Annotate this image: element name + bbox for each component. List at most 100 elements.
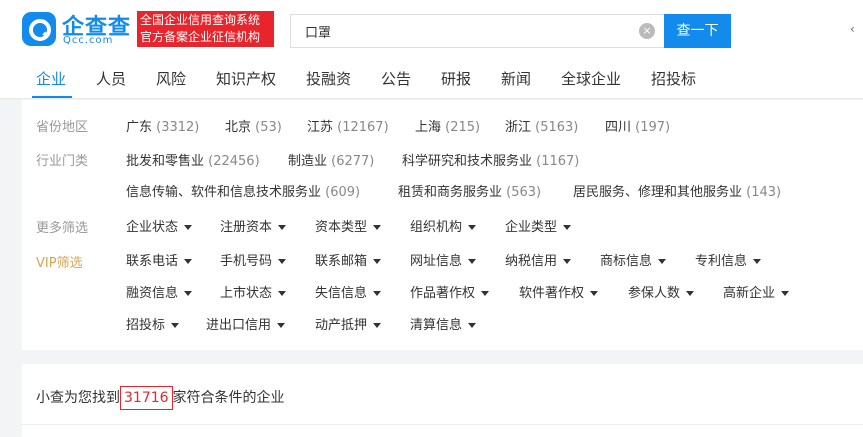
industry-manufacturing[interactable]: 制造业 (6277) [288, 150, 374, 169]
result-text: 小查为您找到 31716 家符合条件的企业 [36, 386, 285, 410]
industry-leasing-business[interactable]: 租赁和商务服务业 (563) [398, 181, 541, 200]
industry-count: (1167) [536, 154, 580, 169]
vip-filter-patent[interactable]: 专利信息 [695, 250, 762, 269]
filter-company-type[interactable]: 企业类型 [505, 216, 572, 235]
caret-down-icon [468, 323, 477, 328]
industry-name: 租赁和商务服务业 [398, 185, 503, 200]
caret-down-icon [468, 259, 477, 264]
result-prefix: 小查为您找到 [36, 390, 120, 406]
vip-filter-email[interactable]: 联系邮箱 [315, 250, 382, 269]
tab-announcement[interactable]: 公告 [381, 68, 411, 89]
filter-text: 参保人数 [628, 286, 681, 301]
tab-news[interactable]: 新闻 [501, 68, 531, 89]
region-jiangsu[interactable]: 江苏 (12167) [307, 116, 389, 135]
caret-down-icon [481, 291, 490, 296]
edge-glyph: ‹ [850, 22, 855, 36]
region-shanghai[interactable]: 上海 (215) [415, 116, 480, 135]
caret-down-icon [468, 225, 477, 230]
filter-text: 进出口信用 [206, 318, 272, 333]
filter-text: 企业状态 [126, 220, 179, 235]
slogan-line-1: 全国企业信用查询系统 [140, 13, 261, 27]
filter-capital-type[interactable]: 资本类型 [315, 216, 382, 235]
region-count: (5163) [535, 120, 579, 135]
qcc-logo[interactable]: 企查查 Qcc.com [22, 10, 132, 50]
region-guangdong[interactable]: 广东 (3312) [126, 116, 199, 135]
industry-count: (563) [506, 185, 542, 200]
filter-text: 注册资本 [220, 220, 273, 235]
industry-count: (609) [325, 185, 361, 200]
filter-text: 手机号码 [220, 254, 273, 269]
filter-text: 软件著作权 [519, 286, 585, 301]
vip-filter-tax-credit[interactable]: 纳税信用 [505, 250, 572, 269]
caret-down-icon [563, 259, 572, 264]
region-name: 浙江 [505, 120, 532, 135]
slogan-badge: 全国企业信用查询系统 官方备案企业征信机构 [137, 11, 274, 47]
search-button[interactable]: 查一下 [664, 14, 731, 48]
filter-text: 网址信息 [410, 254, 463, 269]
vip-filter-dishonest[interactable]: 失信信息 [315, 282, 382, 301]
vip-filter-financing[interactable]: 融资信息 [126, 282, 193, 301]
tab-ip[interactable]: 知识产权 [216, 68, 276, 89]
region-name: 江苏 [307, 120, 334, 135]
vip-filter-high-tech[interactable]: 高新企业 [723, 282, 790, 301]
tab-risk[interactable]: 风险 [156, 68, 186, 89]
search-input[interactable] [291, 15, 631, 47]
tab-people[interactable]: 人员 [96, 68, 126, 89]
vip-filter-liquidation[interactable]: 清算信息 [410, 314, 477, 333]
caret-down-icon [184, 225, 193, 230]
filter-text: 组织机构 [410, 220, 463, 235]
industry-it-software[interactable]: 信息传输、软件和信息技术服务业 (609) [126, 181, 360, 200]
caret-down-icon [184, 259, 193, 264]
caret-down-icon [590, 291, 599, 296]
caret-down-icon [278, 259, 287, 264]
region-name: 四川 [605, 120, 632, 135]
tab-bidding[interactable]: 招投标 [651, 68, 696, 89]
vip-filter-insured[interactable]: 参保人数 [628, 282, 695, 301]
caret-down-icon [184, 291, 193, 296]
region-name: 上海 [415, 120, 442, 135]
vip-filter-software-copyright[interactable]: 软件著作权 [519, 282, 599, 301]
industry-name: 居民服务、修理和其他服务业 [573, 185, 743, 200]
filter-registered-capital[interactable]: 注册资本 [220, 216, 287, 235]
clear-icon[interactable]: × [639, 23, 655, 39]
qcc-logo-icon [22, 12, 56, 46]
vip-filter-trademark[interactable]: 商标信息 [600, 250, 667, 269]
vip-filter-bidding[interactable]: 招投标 [126, 314, 180, 333]
vip-filter-mobile[interactable]: 手机号码 [220, 250, 287, 269]
vip-filter-listing[interactable]: 上市状态 [220, 282, 287, 301]
region-zhejiang[interactable]: 浙江 (5163) [505, 116, 578, 135]
filter-company-status[interactable]: 企业状态 [126, 216, 193, 235]
vip-filter-chattel-mortgage[interactable]: 动产抵押 [315, 314, 382, 333]
region-name: 广东 [126, 120, 153, 135]
region-sichuan[interactable]: 四川 (197) [605, 116, 670, 135]
search-box: × [290, 14, 665, 48]
industry-resident-services[interactable]: 居民服务、修理和其他服务业 (143) [573, 181, 781, 200]
filter-text: 失信信息 [315, 286, 368, 301]
industry-science-tech[interactable]: 科学研究和技术服务业 (1167) [402, 150, 579, 169]
region-beijing[interactable]: 北京 (53) [225, 116, 282, 135]
industry-count: (6277) [331, 154, 375, 169]
vip-filter-copyright[interactable]: 作品著作权 [410, 282, 490, 301]
caret-down-icon [686, 291, 695, 296]
filter-organization[interactable]: 组织机构 [410, 216, 477, 235]
filter-panel: 省份地区 广东 (3312) 北京 (53) 江苏 (12167) 上海 (21… [22, 100, 863, 350]
caret-down-icon [753, 259, 762, 264]
vip-filter-phone[interactable]: 联系电话 [126, 250, 193, 269]
tab-report[interactable]: 研报 [441, 68, 471, 89]
vip-filter-import-export[interactable]: 进出口信用 [206, 314, 286, 333]
filter-text: 专利信息 [695, 254, 748, 269]
filter-text: 上市状态 [220, 286, 273, 301]
industry-count: (22456) [208, 154, 260, 169]
logo-english-text: Qcc.com [63, 35, 114, 46]
caret-down-icon [373, 259, 382, 264]
vip-filter-website[interactable]: 网址信息 [410, 250, 477, 269]
industry-wholesale-retail[interactable]: 批发和零售业 (22456) [126, 150, 260, 169]
region-count: (53) [255, 120, 282, 135]
filter-text: 资本类型 [315, 220, 368, 235]
industry-name: 批发和零售业 [126, 154, 205, 169]
caret-down-icon [278, 291, 287, 296]
caret-down-icon [171, 323, 180, 328]
tab-investment[interactable]: 投融资 [306, 68, 351, 89]
tab-global[interactable]: 全球企业 [561, 68, 621, 89]
tab-enterprise[interactable]: 企业 [36, 68, 66, 89]
